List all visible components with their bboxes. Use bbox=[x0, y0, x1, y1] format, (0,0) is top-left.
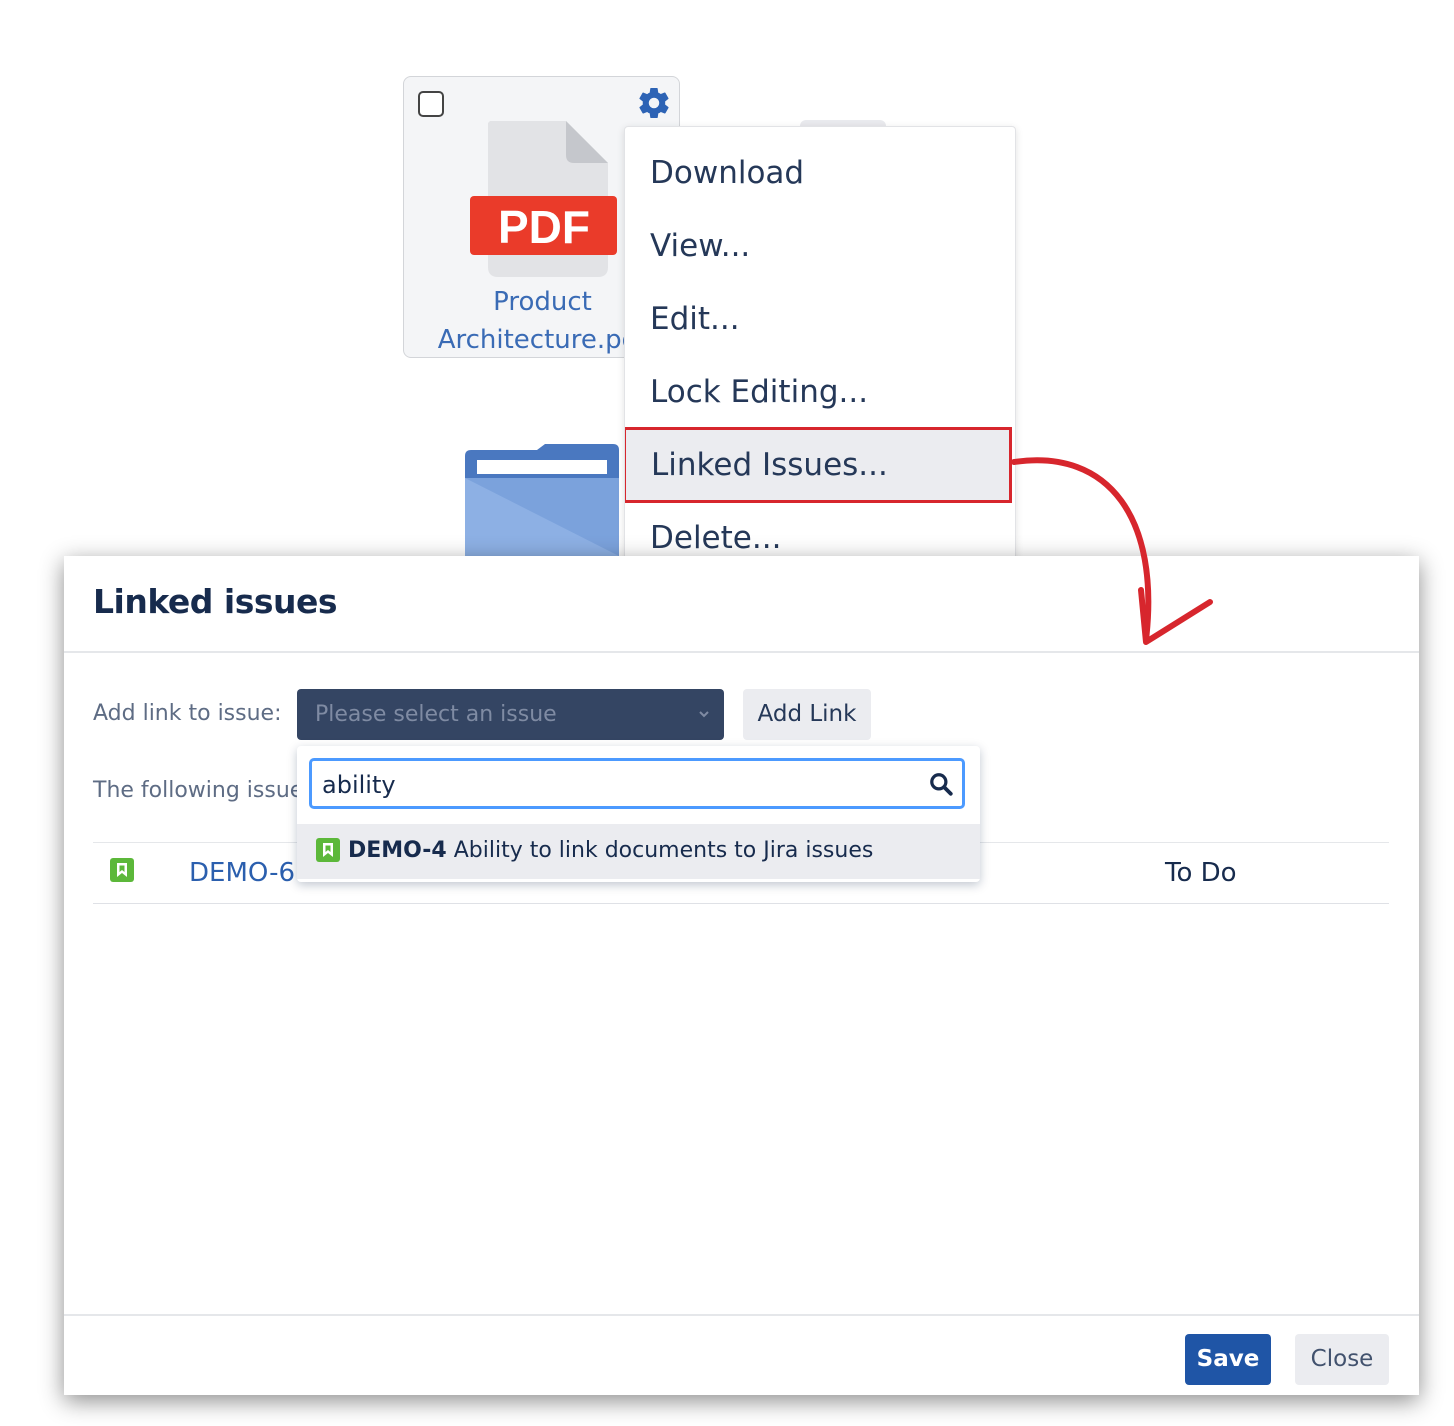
search-box[interactable] bbox=[309, 758, 965, 809]
add-link-label: Add link to issue: bbox=[93, 701, 282, 726]
pdf-type-label: PDF bbox=[498, 201, 590, 253]
linked-issue-status: To Do bbox=[1165, 858, 1237, 888]
search-result-key: DEMO-4 bbox=[348, 838, 447, 863]
dialog-header: Linked issues bbox=[64, 556, 1419, 653]
linked-issues-dialog: Linked issues Add link to issue: Please … bbox=[64, 556, 1419, 1395]
pdf-file-icon: PDF bbox=[470, 121, 617, 277]
issue-search-dropdown: DEMO-4 Ability to link documents to Jira… bbox=[297, 746, 980, 882]
menu-item-view[interactable]: View... bbox=[625, 216, 1015, 276]
file-context-menu: Download View... Edit... Lock Editing...… bbox=[624, 126, 1016, 568]
issue-select-placeholder: Please select an issue bbox=[315, 702, 557, 727]
menu-item-lock-editing[interactable]: Lock Editing... bbox=[625, 362, 1015, 422]
menu-item-linked-issues[interactable]: Linked Issues... bbox=[625, 427, 1012, 503]
dialog-title: Linked issues bbox=[93, 582, 338, 621]
search-icon bbox=[930, 773, 953, 796]
dialog-footer: Save Close bbox=[64, 1314, 1419, 1395]
gear-icon[interactable] bbox=[636, 85, 672, 121]
select-checkbox[interactable] bbox=[418, 91, 444, 117]
search-result-summary: Ability to link documents to Jira issues bbox=[453, 838, 874, 863]
chevron-down-icon bbox=[699, 711, 709, 718]
issue-select[interactable]: Please select an issue bbox=[297, 689, 724, 740]
story-icon bbox=[110, 858, 134, 882]
search-result-option[interactable]: DEMO-4 Ability to link documents to Jira… bbox=[297, 824, 980, 879]
save-button[interactable]: Save bbox=[1185, 1334, 1271, 1385]
menu-item-download[interactable]: Download bbox=[625, 143, 1015, 203]
close-button[interactable]: Close bbox=[1295, 1334, 1389, 1385]
story-icon bbox=[316, 838, 340, 862]
add-link-button[interactable]: Add Link bbox=[743, 689, 871, 740]
folder-icon bbox=[465, 444, 619, 556]
following-issues-label: The following issues bbox=[93, 778, 315, 803]
issue-search-input[interactable] bbox=[312, 761, 924, 808]
menu-item-edit[interactable]: Edit... bbox=[625, 289, 1015, 349]
search-result-text: DEMO-4 Ability to link documents to Jira… bbox=[348, 838, 873, 863]
linked-issue-key[interactable]: DEMO-6 bbox=[189, 858, 295, 888]
